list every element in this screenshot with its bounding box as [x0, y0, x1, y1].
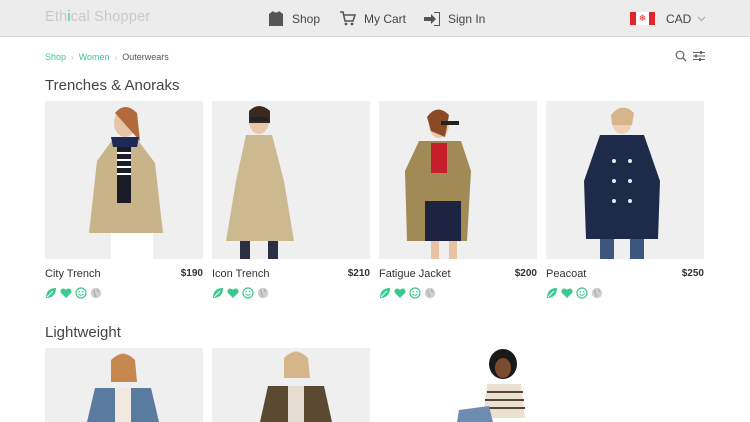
currency-selector[interactable]: ❄ CAD [630, 0, 706, 37]
product-card[interactable]: Peacoat $250 [546, 101, 704, 299]
sign-in-icon [424, 11, 440, 26]
nav-shop-label: Shop [292, 11, 321, 26]
product-card[interactable] [212, 348, 370, 422]
nav-cart[interactable]: My Cart [340, 0, 406, 37]
currency-label: CAD [666, 11, 692, 26]
logo-suffix: cal Shopper [70, 9, 151, 25]
chevron-down-icon [697, 16, 706, 21]
leaf-icon [379, 287, 391, 299]
filter-sliders-icon[interactable] [693, 50, 705, 62]
model-figure-icon [457, 349, 525, 422]
product-name[interactable]: Fatigue Jacket [379, 268, 451, 280]
ethical-badges [212, 287, 269, 299]
leaf-icon [212, 287, 224, 299]
globe-icon [591, 287, 603, 299]
nav-shop[interactable]: Shop [268, 0, 320, 37]
smiley-icon [576, 287, 588, 299]
model-figure-icon [226, 106, 294, 259]
nav-signin[interactable]: Sign In [424, 0, 485, 37]
product-card[interactable]: City Trench $190 [45, 101, 203, 299]
heart-icon [227, 287, 239, 299]
product-card[interactable] [45, 348, 203, 422]
product-image[interactable] [45, 348, 203, 422]
product-image[interactable] [379, 348, 537, 422]
section-title-lightweight: Lightweight [45, 324, 121, 341]
ethical-badges [546, 287, 603, 299]
breadcrumb-separator-icon: › [71, 52, 74, 62]
smiley-icon [409, 287, 421, 299]
product-name[interactable]: City Trench [45, 268, 101, 280]
model-figure-icon [87, 353, 159, 422]
product-card[interactable]: Fatigue Jacket $200 [379, 101, 537, 299]
breadcrumb-women[interactable]: Women [79, 52, 110, 62]
leaf-icon [45, 287, 57, 299]
leaf-icon [546, 287, 558, 299]
search-icon[interactable] [675, 50, 687, 62]
breadcrumb: Shop › Women › Outerwears [45, 52, 169, 62]
nav-cart-label: My Cart [364, 11, 406, 26]
globe-icon [257, 287, 269, 299]
product-price: $250 [681, 268, 704, 279]
globe-icon [90, 287, 102, 299]
product-image[interactable] [546, 101, 704, 259]
nav-signin-label: Sign In [448, 11, 486, 26]
product-image[interactable] [45, 101, 203, 259]
cart-icon [340, 11, 356, 26]
product-card[interactable]: Icon Trench $210 [212, 101, 370, 299]
product-name[interactable]: Peacoat [546, 268, 586, 280]
breadcrumb-separator-icon: › [114, 52, 118, 62]
model-figure-icon [260, 351, 332, 422]
model-figure-icon [584, 107, 660, 259]
canada-flag-icon: ❄ [630, 12, 655, 25]
product-card[interactable] [379, 348, 537, 422]
ethical-badges [45, 287, 102, 299]
heart-icon [394, 287, 406, 299]
product-name[interactable]: Icon Trench [212, 268, 269, 280]
heart-icon [561, 287, 573, 299]
logo-prefix: Eth [45, 9, 68, 25]
product-price: $210 [347, 268, 370, 279]
site-logo[interactable]: Ethical Shopper [45, 9, 150, 25]
heart-icon [60, 287, 72, 299]
product-image[interactable] [212, 348, 370, 422]
product-image[interactable] [212, 101, 370, 259]
top-header: Ethical Shopper Shop My Cart Sign In ❄ C… [0, 0, 750, 37]
section-title-trenches: Trenches & Anoraks [45, 77, 180, 94]
product-image[interactable] [379, 101, 537, 259]
shirt-icon [269, 11, 283, 26]
breadcrumb-outerwears: Outerwears [122, 52, 169, 62]
ethical-badges [379, 287, 436, 299]
product-price: $190 [180, 268, 203, 279]
globe-icon [424, 287, 436, 299]
smiley-icon [75, 287, 87, 299]
model-figure-icon [405, 109, 471, 259]
breadcrumb-shop[interactable]: Shop [45, 52, 66, 62]
smiley-icon [242, 287, 254, 299]
model-figure-icon [89, 107, 163, 259]
product-price: $200 [514, 268, 537, 279]
